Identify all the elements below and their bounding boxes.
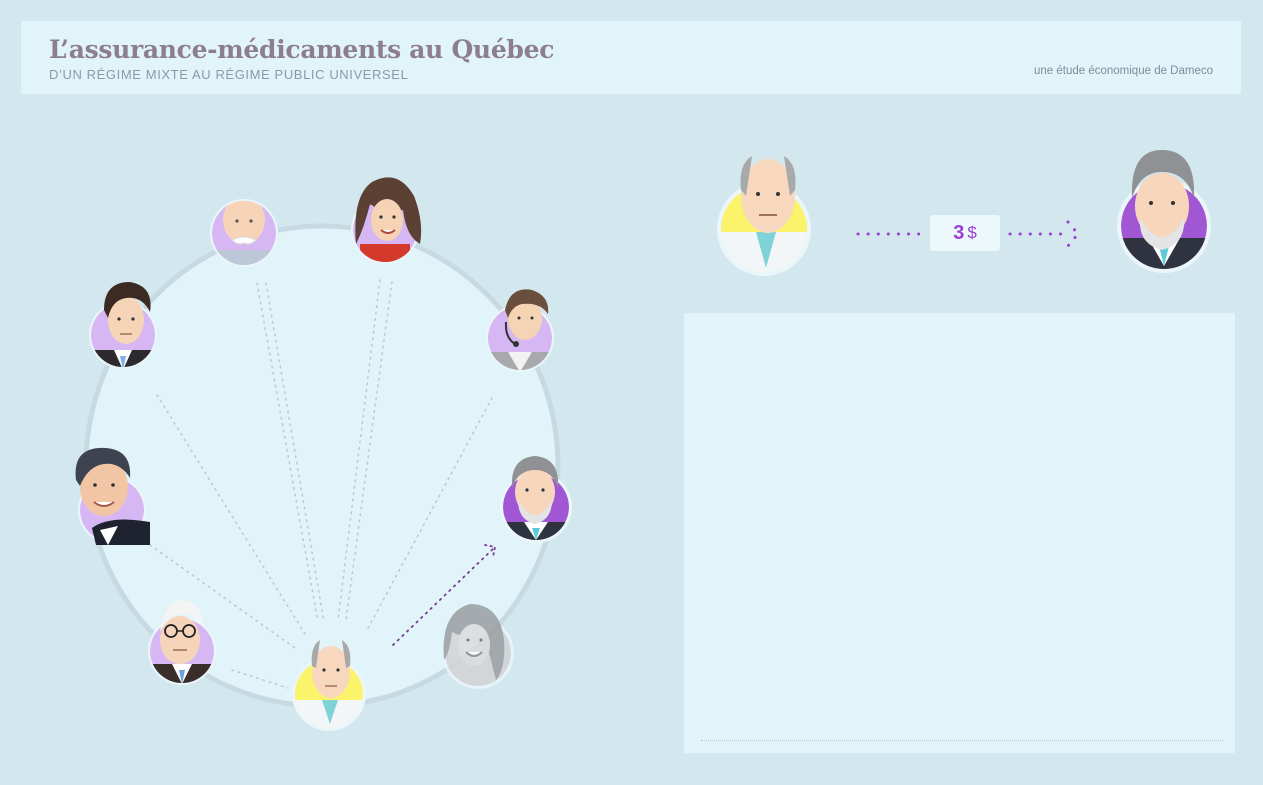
transfer-amount-badge: 3 $ (930, 215, 1000, 251)
panel-axis-line (701, 740, 1223, 741)
transfer-amount: 3 (953, 221, 965, 244)
recipient-grey-beard-portrait[interactable] (1117, 150, 1211, 288)
transfer-currency: $ (967, 223, 977, 242)
details-panel (684, 313, 1235, 753)
sender-bald-man-portrait[interactable] (717, 156, 811, 282)
